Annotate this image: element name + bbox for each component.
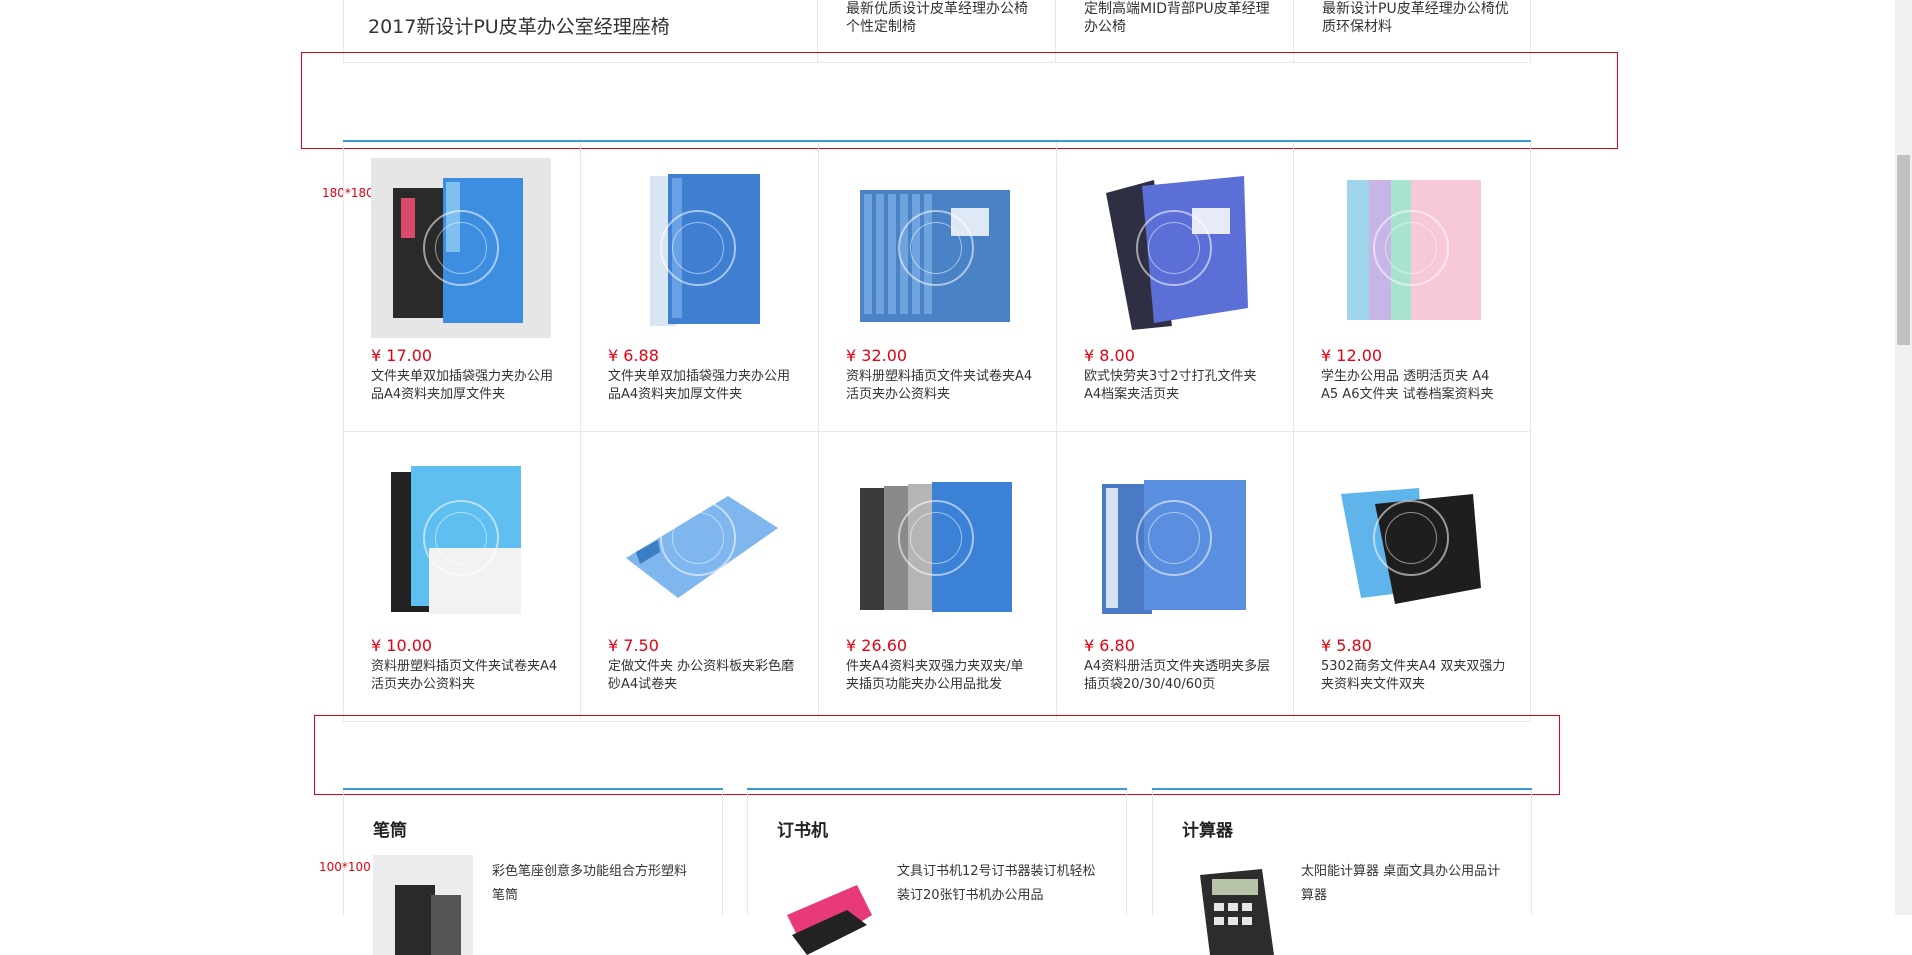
grid-line	[747, 790, 748, 915]
product-image[interactable]	[371, 158, 551, 338]
category-title-stapler[interactable]: 订书机	[777, 816, 828, 841]
product-price: ¥ 6.80	[1084, 636, 1135, 655]
pen-holder-description[interactable]: 彩色笔座创意多功能组合方形塑料笔筒	[492, 860, 692, 908]
product-price: ¥ 6.88	[608, 346, 659, 365]
product-image[interactable]	[1084, 158, 1264, 338]
product-image[interactable]	[846, 448, 1026, 628]
grid-line	[1152, 790, 1153, 915]
watermark-icon	[1136, 500, 1212, 576]
product-image[interactable]	[371, 448, 551, 628]
product-title[interactable]: 定做文件夹 办公资料板夹彩色磨砂A4试卷夹	[608, 658, 796, 694]
product-title[interactable]: 5302商务文件夹A4 双夹双强力夹资料夹文件双夹	[1321, 658, 1509, 694]
product-title[interactable]: 资料册塑料插页文件夹试卷夹A4活页夹办公资料夹	[371, 658, 559, 694]
watermark-icon	[660, 210, 736, 286]
product-card[interactable]: ¥ 6.80 A4资料册活页文件夹透明夹多层插页袋20/30/40/60页	[1056, 432, 1293, 720]
grid-line	[343, 790, 344, 915]
product-card[interactable]: ¥ 12.00 学生办公用品 透明活页夹 A4 A5 A6文件夹 试卷档案资料夹	[1293, 142, 1530, 430]
pen-holder-illustration	[395, 885, 461, 955]
watermark-icon	[423, 500, 499, 576]
product-price: ¥ 12.00	[1321, 346, 1383, 365]
watermark-icon	[423, 210, 499, 286]
watermark-icon	[898, 500, 974, 576]
category-divider	[343, 788, 723, 790]
category-title-calculator[interactable]: 计算器	[1182, 816, 1233, 841]
product-image[interactable]	[1084, 448, 1264, 628]
watermark-icon	[660, 500, 736, 576]
product-image[interactable]	[1321, 448, 1501, 628]
watermark-icon	[898, 210, 974, 286]
watermark-icon	[1373, 210, 1449, 286]
product-price: ¥ 8.00	[1084, 346, 1135, 365]
grid-line	[722, 790, 723, 915]
stapler-illustration	[787, 885, 872, 955]
product-title[interactable]: A4资料册活页文件夹透明夹多层插页袋20/30/40/60页	[1084, 658, 1272, 694]
grid-line	[1126, 790, 1127, 915]
calculator-image[interactable]	[1182, 855, 1282, 955]
top-main-title[interactable]: 2017新设计PU皮革办公室经理座椅	[368, 12, 670, 39]
product-price: ¥ 7.50	[608, 636, 659, 655]
product-card[interactable]: ¥ 6.88 文件夹单双加插袋强力夹办公用品A4资料夹加厚文件夹	[580, 142, 817, 430]
vertical-scrollbar[interactable]	[1895, 0, 1912, 915]
product-card[interactable]: ¥ 7.50 定做文件夹 办公资料板夹彩色磨砂A4试卷夹	[580, 432, 817, 720]
product-card[interactable]: ¥ 26.60 件夹A4资料夹双强力夹双夹/单夹插页功能夹办公用品批发	[818, 432, 1055, 720]
product-card[interactable]: ¥ 17.00 文件夹单双加插袋强力夹办公用品A4资料夹加厚文件夹	[343, 142, 580, 430]
watermark-icon	[1373, 500, 1449, 576]
product-image[interactable]	[608, 158, 788, 338]
scrollbar-thumb[interactable]	[1897, 155, 1910, 345]
product-card[interactable]: ¥ 10.00 资料册塑料插页文件夹试卷夹A4活页夹办公资料夹	[343, 432, 580, 720]
calculator-description[interactable]: 太阳能计算器 桌面文具办公用品计算器	[1301, 860, 1501, 908]
annotation-box	[301, 52, 1618, 149]
product-card[interactable]: ¥ 5.80 5302商务文件夹A4 双夹双强力夹资料夹文件双夹	[1293, 432, 1530, 720]
grid-line	[1531, 790, 1532, 915]
top-item-1[interactable]: 最新优质设计皮革经理办公椅个性定制椅	[846, 0, 1041, 36]
product-card[interactable]: ¥ 32.00 资料册塑料插页文件夹试卷夹A4活页夹办公资料夹	[818, 142, 1055, 430]
product-image[interactable]	[846, 158, 1026, 338]
product-title[interactable]: 文件夹单双加插袋强力夹办公用品A4资料夹加厚文件夹	[371, 368, 559, 404]
category-title-pen-holder[interactable]: 笔筒	[373, 816, 407, 841]
product-title[interactable]: 件夹A4资料夹双强力夹双夹/单夹插页功能夹办公用品批发	[846, 658, 1034, 694]
watermark-icon	[1136, 210, 1212, 286]
product-image[interactable]	[1321, 158, 1501, 338]
product-title[interactable]: 学生办公用品 透明活页夹 A4 A5 A6文件夹 试卷档案资料夹	[1321, 368, 1509, 404]
category-divider	[1152, 788, 1532, 790]
product-card[interactable]: ¥ 8.00 欧式快劳夹3寸2寸打孔文件夹A4档案夹活页夹	[1056, 142, 1293, 430]
product-price: ¥ 5.80	[1321, 636, 1372, 655]
category-divider	[747, 788, 1127, 790]
product-price: ¥ 10.00	[371, 636, 433, 655]
grid-line	[1530, 142, 1531, 722]
calculator-illustration	[1200, 869, 1274, 955]
stapler-image[interactable]	[777, 855, 877, 955]
pen-holder-image[interactable]	[373, 855, 473, 955]
product-price: ¥ 17.00	[371, 346, 433, 365]
product-image[interactable]	[608, 448, 788, 628]
top-item-2[interactable]: 定制高端MID背部PU皮革经理办公椅	[1084, 0, 1279, 36]
product-title[interactable]: 文件夹单双加插袋强力夹办公用品A4资料夹加厚文件夹	[608, 368, 796, 404]
product-title[interactable]: 欧式快劳夹3寸2寸打孔文件夹A4档案夹活页夹	[1084, 368, 1272, 404]
product-title[interactable]: 资料册塑料插页文件夹试卷夹A4活页夹办公资料夹	[846, 368, 1034, 404]
product-grid: ¥ 17.00 文件夹单双加插袋强力夹办公用品A4资料夹加厚文件夹 ¥ 6.88…	[343, 142, 1531, 722]
product-price: ¥ 32.00	[846, 346, 908, 365]
stapler-description[interactable]: 文具订书机12号订书器装订机轻松装订20张钉书机办公用品	[897, 860, 1097, 908]
top-item-3[interactable]: 最新设计PU皮革经理办公椅优质环保材料	[1322, 0, 1517, 36]
product-price: ¥ 26.60	[846, 636, 908, 655]
annotation-box	[314, 715, 1560, 795]
size-label-100: 100*100	[319, 860, 371, 874]
